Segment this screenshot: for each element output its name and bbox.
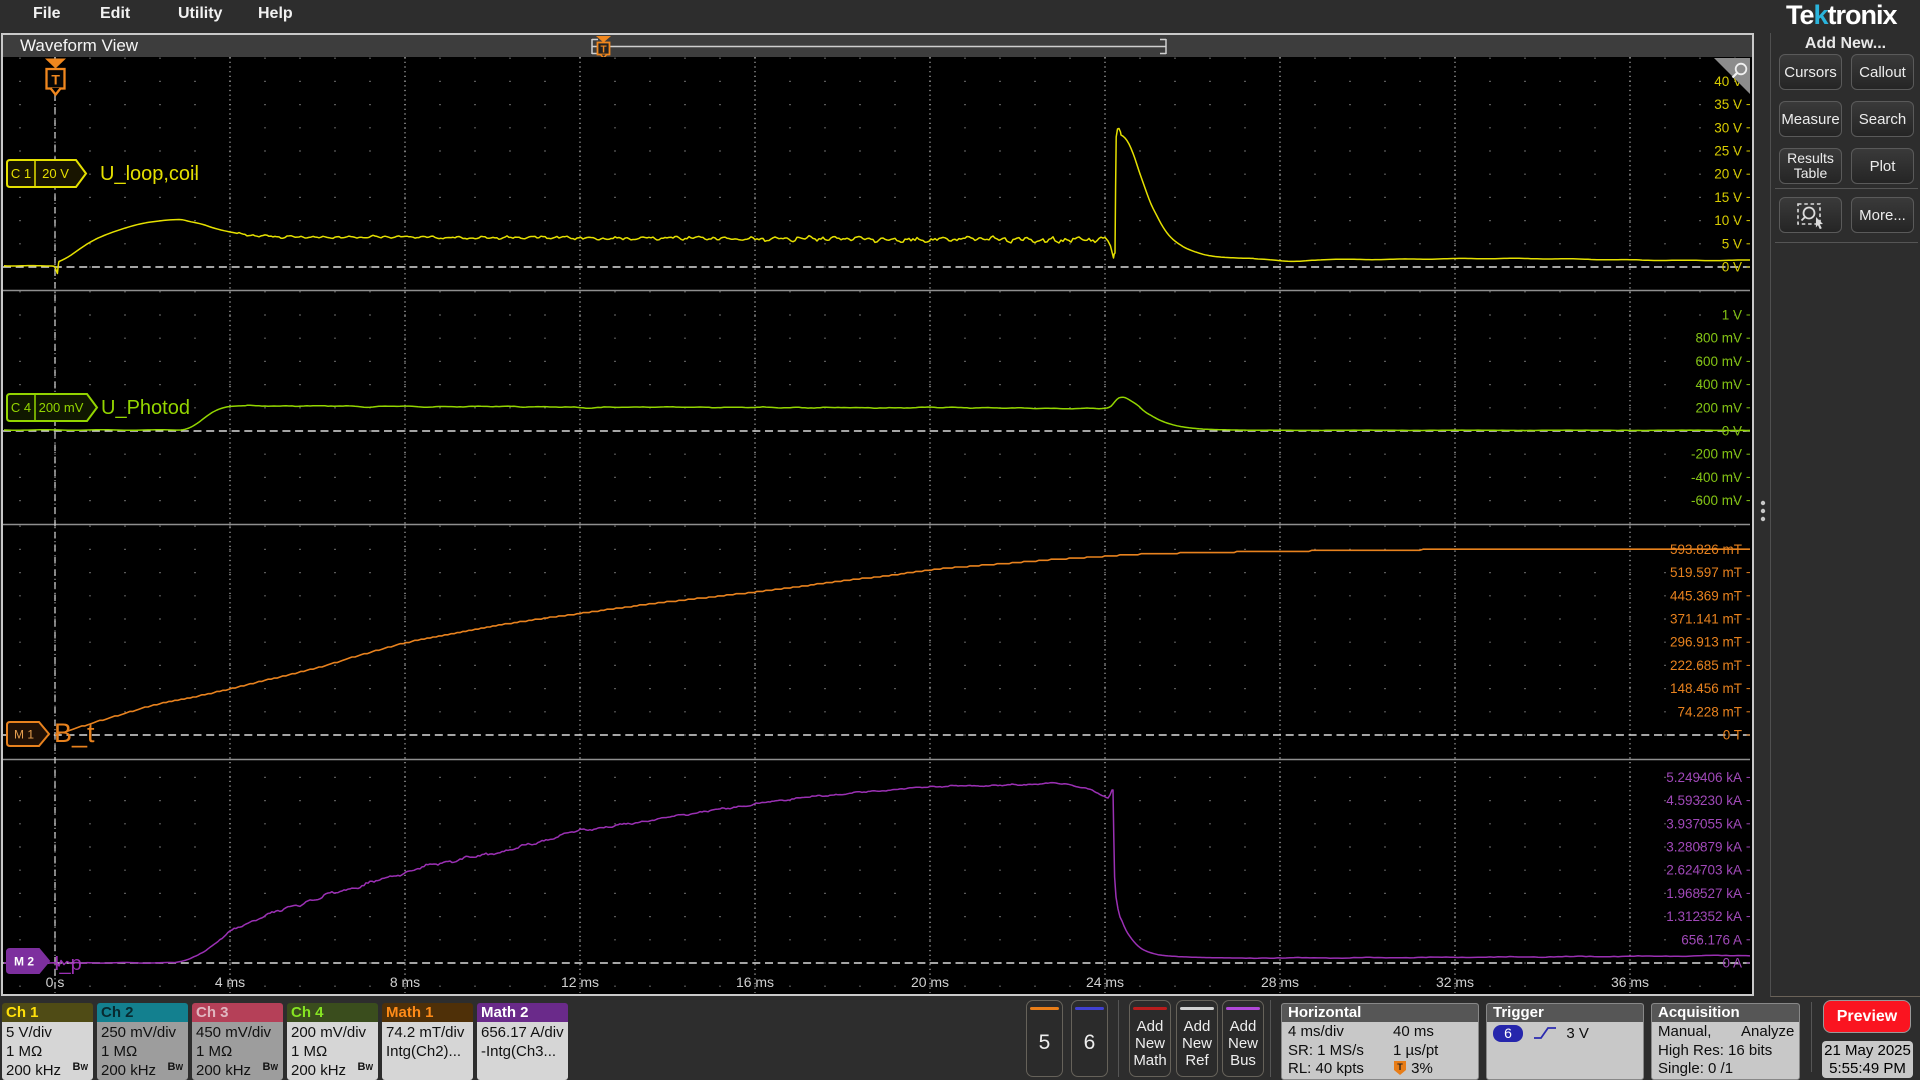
svg-text:74.228 mT: 74.228 mT <box>1677 704 1742 719</box>
svg-text:0 V: 0 V <box>1722 260 1742 275</box>
svg-text:10 V: 10 V <box>1714 213 1742 228</box>
svg-text:1 V: 1 V <box>1722 308 1742 323</box>
svg-text:-200 mV: -200 mV <box>1691 447 1742 462</box>
svg-text:8 ms: 8 ms <box>390 974 420 990</box>
svg-text:200 mV: 200 mV <box>1695 400 1742 415</box>
svg-text:200 mV: 200 mV <box>39 400 84 415</box>
svg-text:25 V: 25 V <box>1714 144 1742 159</box>
svg-text:T: T <box>1397 1062 1403 1072</box>
svg-text:12 ms: 12 ms <box>561 974 599 990</box>
svg-text:C 4: C 4 <box>11 400 31 415</box>
svg-text:3.937055 kA: 3.937055 kA <box>1666 816 1742 831</box>
svg-text:30 V: 30 V <box>1714 120 1742 135</box>
svg-text:U_loop,coil: U_loop,coil <box>100 163 199 185</box>
svg-text:0 s: 0 s <box>46 974 65 990</box>
svg-text:222.685 mT: 222.685 mT <box>1670 658 1742 673</box>
svg-text:20 V: 20 V <box>1714 167 1742 182</box>
svg-text:593.826 mT: 593.826 mT <box>1670 542 1742 557</box>
svg-text:3.280879 kA: 3.280879 kA <box>1666 840 1742 855</box>
svg-text:400 mV: 400 mV <box>1695 377 1742 392</box>
svg-text:C 1: C 1 <box>11 166 31 181</box>
svg-text:M 1: M 1 <box>14 728 34 742</box>
svg-text:4 ms: 4 ms <box>215 974 245 990</box>
svg-text:1.968527 kA: 1.968527 kA <box>1666 886 1742 901</box>
svg-text:2.624703 kA: 2.624703 kA <box>1666 863 1742 878</box>
svg-text:36 ms: 36 ms <box>1611 974 1649 990</box>
svg-text:800 mV: 800 mV <box>1695 331 1742 346</box>
svg-text:35 V: 35 V <box>1714 97 1742 112</box>
svg-text:28 ms: 28 ms <box>1261 974 1299 990</box>
svg-text:445.369 mT: 445.369 mT <box>1670 588 1742 603</box>
svg-text:U_Photod: U_Photod <box>101 397 190 419</box>
svg-text:5.249406 kA: 5.249406 kA <box>1666 770 1742 785</box>
svg-text:T: T <box>51 72 60 88</box>
svg-text:148.456 mT: 148.456 mT <box>1670 681 1742 696</box>
svg-text:1.312352 kA: 1.312352 kA <box>1666 909 1742 924</box>
svg-text:4.593230 kA: 4.593230 kA <box>1666 793 1742 808</box>
svg-text:-400 mV: -400 mV <box>1691 470 1742 485</box>
svg-text:371.141 mT: 371.141 mT <box>1670 612 1742 627</box>
svg-text:0 T: 0 T <box>1723 728 1742 743</box>
svg-text:-600 mV: -600 mV <box>1691 493 1742 508</box>
svg-text:0 V: 0 V <box>1722 424 1742 439</box>
svg-text:32 ms: 32 ms <box>1436 974 1474 990</box>
svg-text:15 V: 15 V <box>1714 190 1742 205</box>
svg-text:656.176 A: 656.176 A <box>1681 932 1742 947</box>
svg-text:600 mV: 600 mV <box>1695 354 1742 369</box>
svg-text:296.913 mT: 296.913 mT <box>1670 635 1742 650</box>
svg-text:T: T <box>601 45 607 56</box>
svg-text:5 V: 5 V <box>1722 236 1742 251</box>
svg-text:20 V: 20 V <box>42 166 69 181</box>
svg-text:0 A: 0 A <box>1722 956 1742 971</box>
svg-text:M 2: M 2 <box>14 955 34 969</box>
svg-text:24 ms: 24 ms <box>1086 974 1124 990</box>
svg-text:16 ms: 16 ms <box>736 974 774 990</box>
svg-text:20 ms: 20 ms <box>911 974 949 990</box>
svg-text:519.597 mT: 519.597 mT <box>1670 565 1742 580</box>
svg-text:B_t: B_t <box>54 718 95 748</box>
